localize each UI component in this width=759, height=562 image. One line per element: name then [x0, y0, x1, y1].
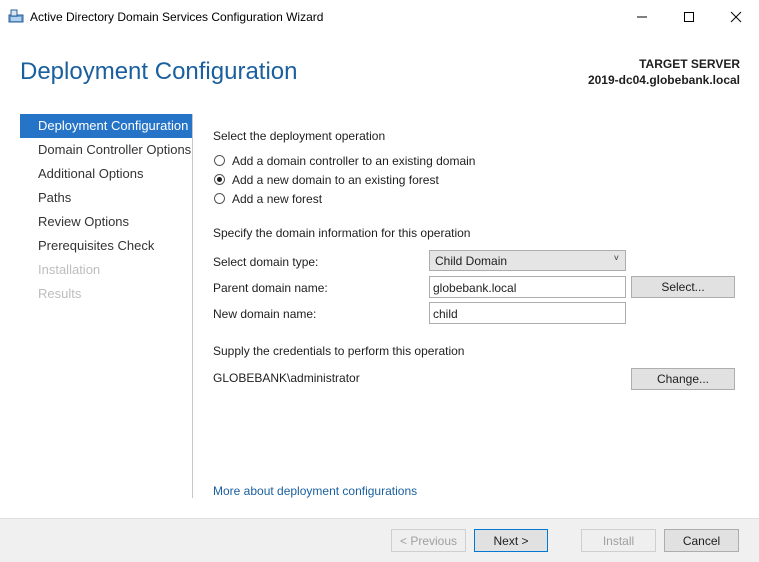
window-title: Active Directory Domain Services Configu…	[30, 10, 324, 24]
operation-radio-group: Add a domain controller to an existing d…	[214, 151, 475, 208]
nav-item-deployment-configuration[interactable]: Deployment Configuration	[20, 114, 192, 138]
change-button[interactable]: Change...	[631, 368, 735, 390]
maximize-icon	[684, 11, 694, 22]
radio-button[interactable]	[214, 193, 225, 204]
radio-label: Add a domain controller to an existing d…	[232, 153, 476, 168]
radio-new-forest[interactable]: Add a new forest	[214, 189, 475, 208]
close-button[interactable]	[713, 0, 759, 33]
domain-info-heading: Specify the domain information for this …	[213, 226, 471, 240]
minimize-button[interactable]	[619, 0, 665, 33]
previous-button[interactable]: < Previous	[391, 529, 466, 552]
nav-item-review-options[interactable]: Review Options	[20, 210, 192, 234]
nav-item-installation: Installation	[38, 262, 101, 277]
radio-label: Add a new domain to an existing forest	[232, 172, 439, 187]
radio-existing-domain[interactable]: Add a domain controller to an existing d…	[214, 151, 475, 170]
new-domain-label: New domain name:	[213, 307, 317, 321]
domain-type-value: Child Domain	[435, 254, 508, 268]
radio-button[interactable]	[214, 155, 225, 166]
radio-new-domain[interactable]: Add a new domain to an existing forest	[214, 170, 475, 189]
nav-item-additional-options[interactable]: Additional Options	[20, 162, 192, 186]
parent-domain-value: globebank.local	[433, 281, 517, 295]
install-button[interactable]: Install	[581, 529, 656, 552]
new-domain-input[interactable]: child	[429, 302, 626, 324]
radio-label: Add a new forest	[232, 191, 323, 206]
cancel-button[interactable]: Cancel	[664, 529, 739, 552]
chevron-down-icon: ˅	[613, 253, 619, 263]
credentials-value: GLOBEBANK\administrator	[213, 371, 360, 385]
credentials-heading: Supply the credentials to perform this o…	[213, 344, 465, 358]
target-server-label: TARGET SERVER	[639, 57, 740, 71]
nav-item-results: Results	[38, 286, 82, 301]
nav-item-prerequisites-check[interactable]: Prerequisites Check	[20, 234, 192, 258]
new-domain-value: child	[433, 307, 458, 321]
title-bar: Active Directory Domain Services Configu…	[0, 0, 759, 33]
select-button[interactable]: Select...	[631, 276, 735, 298]
maximize-button[interactable]	[666, 0, 712, 33]
nav-item-paths[interactable]: Paths	[20, 186, 192, 210]
domain-type-label: Select domain type:	[213, 255, 319, 269]
radio-button-selected[interactable]	[214, 174, 225, 185]
nav-item-domain-controller-options[interactable]: Domain Controller Options	[20, 138, 192, 162]
nav-divider	[192, 114, 193, 498]
operation-heading: Select the deployment operation	[213, 129, 386, 143]
server-wizard-icon	[8, 9, 24, 23]
wizard-nav: Deployment Configuration Domain Controll…	[20, 114, 192, 306]
page-title: Deployment Configuration	[20, 58, 298, 85]
parent-domain-label: Parent domain name:	[213, 281, 328, 295]
parent-domain-input[interactable]: globebank.local	[429, 276, 626, 298]
target-server-name: 2019-dc04.globebank.local	[587, 73, 740, 87]
next-button[interactable]: Next >	[474, 529, 548, 552]
minimize-icon	[637, 16, 647, 17]
more-info-link[interactable]: More about deployment configurations	[213, 484, 417, 498]
domain-type-select[interactable]: Child Domain ˅	[429, 250, 626, 271]
close-icon	[730, 11, 742, 22]
